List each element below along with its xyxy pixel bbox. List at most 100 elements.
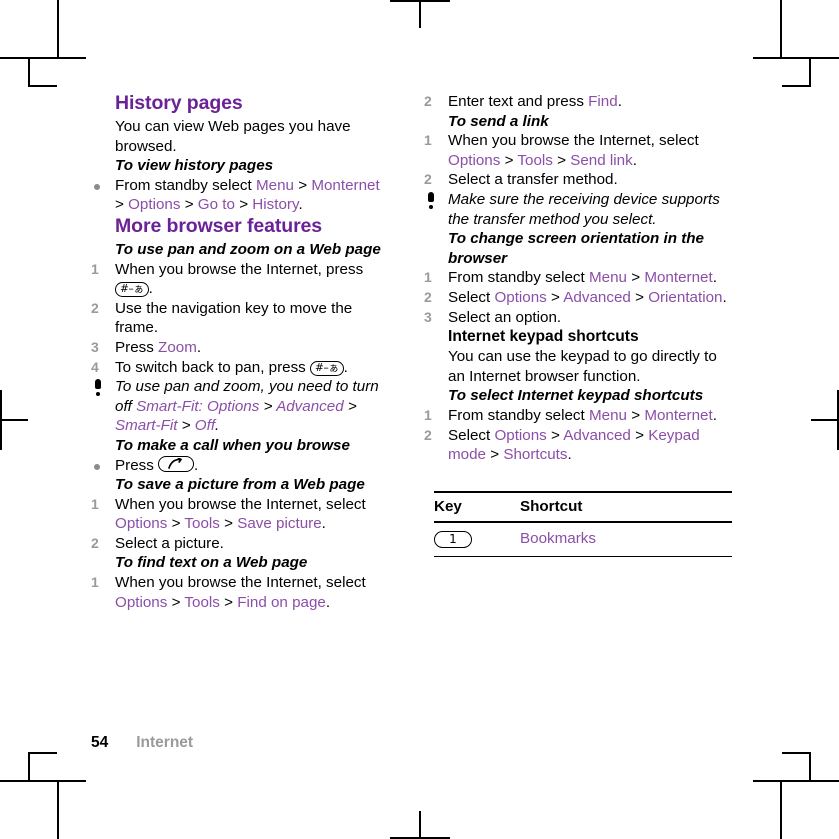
left-column: History pages You can view Web pages you… — [91, 92, 391, 612]
menu-path-link[interactable]: Shortcuts — [503, 446, 567, 463]
table-row: 1 Bookmarks — [434, 522, 732, 557]
menu-path-link[interactable]: Tools — [517, 152, 552, 169]
subheading-to-view-history-pages: To view history pages — [115, 157, 274, 175]
bullet-dot-icon — [94, 183, 100, 190]
list-item: 1 When you browse the Internet, select O… — [424, 132, 699, 169]
step-text: Press — [115, 456, 159, 474]
footer-section-label: Internet — [136, 734, 194, 751]
path-separator: > — [224, 593, 233, 611]
menu-path-link[interactable]: Advanced — [276, 398, 344, 415]
page-footer: 54 Internet — [91, 734, 193, 752]
list-item: 2 Enter text and press Find. — [424, 93, 622, 110]
subheading-to-select-keypad-shortcuts: To select Internet keypad shortcuts — [448, 387, 704, 405]
table-header-row: Key Shortcut — [434, 490, 732, 524]
menu-path-link[interactable]: Send link — [570, 152, 632, 169]
menu-path-link[interactable]: Menu — [256, 177, 294, 194]
menu-path-link[interactable]: Options — [128, 196, 180, 213]
menu-path-link[interactable]: Menu — [589, 407, 627, 424]
section-heading-more-browser-features: More browser features — [115, 214, 323, 237]
section-heading-history-pages: History pages — [115, 92, 243, 114]
menu-path-link[interactable]: Options — [207, 398, 259, 415]
path-separator: > — [551, 426, 560, 444]
tip-note: To use pan and zoom, you need to turn of… — [91, 377, 391, 436]
step-number: 3 — [424, 308, 432, 325]
menu-path-link[interactable]: Advanced — [563, 427, 631, 444]
step-number: 2 — [91, 534, 99, 551]
hash-key-icon: #–ぁ — [310, 360, 344, 376]
menu-path-link[interactable]: Monternet — [644, 269, 712, 286]
path-separator: > — [551, 288, 560, 306]
list-item: From standby select Menu > Monternet > O… — [91, 176, 391, 215]
menu-path-link[interactable]: Options — [115, 515, 167, 532]
step-text: When you browse the Internet, select — [115, 574, 366, 592]
list-item: 3 Press Zoom. — [91, 338, 202, 356]
heading-internet-keypad-shortcuts: Internet keypad shortcuts — [448, 328, 639, 346]
menu-path-link[interactable]: Options — [494, 289, 546, 306]
step-number: 4 — [91, 358, 99, 375]
menu-path-link[interactable]: Find on page — [237, 594, 326, 611]
path-separator: > — [171, 515, 181, 533]
step-number: 2 — [424, 288, 432, 305]
table-cell-shortcut[interactable]: Bookmarks — [520, 522, 732, 557]
step-number: 2 — [424, 171, 432, 188]
step-number: 1 — [424, 406, 432, 423]
tip-note: Make sure the receiving device supports … — [424, 190, 734, 229]
menu-path-link[interactable]: Options — [448, 152, 500, 169]
step-number: 1 — [91, 574, 99, 591]
list-item: 1 From standby select Menu > Monternet. — [424, 406, 717, 424]
path-separator: > — [504, 151, 514, 169]
path-separator: > — [631, 269, 641, 287]
menu-path-link[interactable]: Tools — [184, 515, 219, 532]
subheading-to-use-pan-and-zoom: To use pan and zoom on a Web page — [115, 240, 381, 258]
path-separator: > — [347, 397, 357, 415]
step-number: 1 — [91, 260, 99, 277]
step-number: 3 — [91, 338, 99, 355]
menu-path-link[interactable]: Off — [195, 417, 215, 434]
page-number: 54 — [91, 734, 109, 751]
menu-path-link[interactable]: Smart-Fit — [136, 398, 198, 415]
menu-path-link[interactable]: Monternet — [311, 177, 379, 194]
menu-path-link[interactable]: Save picture — [237, 515, 321, 532]
step-text: When you browse the Internet, select — [115, 495, 366, 513]
history-intro-text: You can view Web pages you have browsed. — [115, 118, 351, 155]
menu-path-link[interactable]: Advanced — [563, 289, 631, 306]
step-number: 1 — [424, 269, 432, 286]
step-text: When you browse the Internet, select — [448, 132, 699, 150]
list-item: Press . — [91, 455, 391, 476]
step-text: To switch back to pan, press — [115, 358, 310, 376]
list-item: 1 When you browse the Internet, select O… — [91, 574, 366, 611]
menu-path-link[interactable]: Menu — [589, 269, 627, 286]
hash-key-icon: #–ぁ — [115, 282, 149, 298]
step-text: Press — [115, 338, 159, 356]
list-item: 2 Select Options > Advanced > Orientatio… — [424, 288, 727, 306]
tip-text: Make sure the receiving device supports … — [448, 190, 720, 228]
step-number: 2 — [424, 426, 432, 443]
path-separator: > — [181, 417, 191, 435]
step-text: Select a picture. — [115, 534, 224, 552]
subheading-to-make-a-call: To make a call when you browse — [115, 436, 350, 454]
list-item: 2 Select a transfer method. — [424, 170, 734, 190]
list-item: 4 To switch back to pan, press #–ぁ. — [91, 358, 348, 376]
manual-page: History pages You can view Web pages you… — [0, 0, 839, 839]
menu-path-link[interactable]: Smart-Fit — [115, 417, 177, 434]
menu-path-link[interactable]: Zoom — [158, 339, 197, 356]
path-separator: > — [557, 151, 566, 169]
right-column: 2 Enter text and press Find. To send a l… — [424, 92, 734, 557]
menu-path-link[interactable]: Options — [494, 427, 546, 444]
list-item: 1 From standby select Menu > Monternet. — [424, 269, 717, 287]
menu-path-link[interactable]: Tools — [184, 594, 219, 611]
subheading-to-send-a-link: To send a link — [448, 112, 549, 130]
menu-path-link[interactable]: History — [252, 196, 298, 213]
path-separator: > — [239, 196, 249, 214]
menu-path-link[interactable]: Monternet — [644, 407, 712, 424]
list-item: 2 Use the navigation key to move the fra… — [91, 299, 391, 338]
menu-path-link[interactable]: Go to — [198, 196, 235, 213]
menu-path-link[interactable]: Orientation — [648, 289, 722, 306]
path-separator: > — [298, 176, 308, 194]
list-item: 2 Select Options > Advanced > Keypad mod… — [424, 426, 700, 464]
number-key-1-icon: 1 — [434, 531, 472, 549]
menu-path-link[interactable]: Options — [115, 594, 167, 611]
menu-path-link[interactable]: Find — [588, 93, 618, 110]
keypad-intro-text: You can use the keypad to go directly to… — [448, 348, 717, 385]
path-separator: > — [635, 288, 644, 306]
